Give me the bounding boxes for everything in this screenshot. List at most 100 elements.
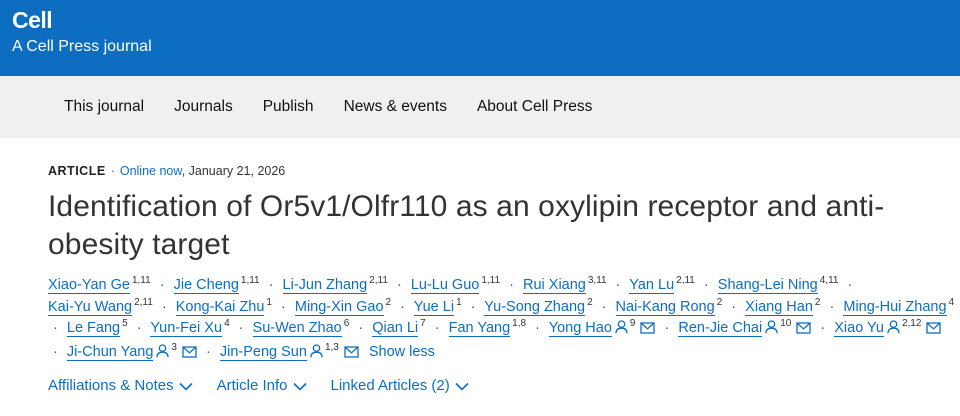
online-status-link[interactable]: Online now xyxy=(120,164,182,178)
author-name-link[interactable]: Yong Hao xyxy=(548,320,612,337)
author-name-link[interactable]: Lu-Lu Guo xyxy=(410,277,480,294)
envelope-icon[interactable] xyxy=(182,344,197,366)
show-less-link[interactable]: Show less xyxy=(369,344,435,360)
tab-article-info[interactable]: Article Info xyxy=(217,376,307,396)
author-name-link[interactable]: Xiao-Yan Ge xyxy=(48,277,130,294)
author-separator: · xyxy=(829,298,835,315)
author-name-link[interactable]: Yun-Fei Xu xyxy=(150,320,223,337)
affiliation-superscript: 2,12 xyxy=(901,318,922,330)
author-item: Xiao Yu 2,12 xyxy=(834,318,942,337)
author-separator: · xyxy=(268,277,274,293)
author-item: Qian Li 7 xyxy=(372,318,426,337)
author-list: Xiao-Yan Ge 1,11 · Jie Cheng 1,11 · Li-Jun… xyxy=(48,275,960,365)
affiliation-superscript: 3,11 xyxy=(587,275,607,287)
article-meta: ARTICLE · Online now, January 21, 2026 xyxy=(48,162,912,180)
author-name-link[interactable]: Rui Xiang xyxy=(522,277,586,294)
article-tabs: Affiliations & Notes Article Info Linked… xyxy=(48,376,912,396)
author-item: Shang-Lei Ning 4,11 xyxy=(717,275,839,294)
affiliation-superscript: 2,11 xyxy=(134,296,153,308)
affiliation-superscript: 2,11 xyxy=(676,275,695,287)
author-separator: · xyxy=(159,277,165,293)
author-separator: · xyxy=(847,277,853,293)
affiliation-superscript: 1,11 xyxy=(240,275,260,287)
affiliation-superscript: 4 xyxy=(224,318,230,330)
affiliation-superscript: 10 xyxy=(780,318,792,330)
nav-news-events[interactable]: News & events xyxy=(344,97,447,117)
affiliation-superscript: 1,11 xyxy=(131,275,151,287)
author-separator: · xyxy=(731,298,737,315)
author-name-link[interactable]: Yan Lu xyxy=(629,277,675,294)
affiliation-superscript: 3 xyxy=(171,341,177,353)
author-separator: · xyxy=(703,277,709,293)
author-name-link[interactable]: Shang-Lei Ning xyxy=(717,277,818,294)
nav-journals[interactable]: Journals xyxy=(174,97,233,117)
author-name-link[interactable]: Ren-Jie Chai xyxy=(678,320,763,337)
author-separator: · xyxy=(820,320,826,336)
author-item: Su-Wen Zhao 6 xyxy=(252,318,350,337)
author-name-link[interactable]: Ming-Xin Gao xyxy=(294,298,384,316)
article-title: Identification of Or5v1/Olfr110 as an ox… xyxy=(48,190,885,261)
affiliation-superscript: 7 xyxy=(420,318,426,330)
author-separator: · xyxy=(509,277,514,293)
tab-linked-articles[interactable]: Linked Articles (2) xyxy=(331,376,469,396)
author-separator: · xyxy=(400,298,405,315)
journal-tagline[interactable]: A Cell Press journal xyxy=(12,36,948,58)
author-name-link[interactable]: Qian Li xyxy=(372,320,419,337)
author-name-link[interactable]: Yue Li xyxy=(413,298,455,316)
tab-label: Article Info xyxy=(216,377,288,394)
envelope-icon[interactable] xyxy=(640,320,656,342)
author-name-link[interactable]: Xiang Han xyxy=(745,298,813,316)
author-name-link[interactable]: Jin-Peng Sun xyxy=(219,343,307,361)
publication-date: , January 21, 2026 xyxy=(181,164,286,178)
cell-logo[interactable]: Cell xyxy=(12,6,948,34)
envelope-icon[interactable] xyxy=(344,344,359,366)
chevron-down-icon xyxy=(455,382,469,391)
author-item: Kai-Yu Wang 2,11 xyxy=(48,296,153,316)
envelope-icon[interactable] xyxy=(926,320,942,342)
author-item: Yu-Song Zhang 2 xyxy=(484,297,593,316)
author-name-link[interactable]: Su-Wen Zhao xyxy=(252,320,342,337)
main-nav: This journal Journals Publish News & eve… xyxy=(0,76,960,138)
author-name-link[interactable]: Ji-Chun Yang xyxy=(66,343,154,361)
affiliation-superscript: 2 xyxy=(814,296,821,308)
author-name-link[interactable]: Xiao Yu xyxy=(834,320,884,337)
affiliation-superscript: 4,11 xyxy=(819,275,839,287)
author-separator: · xyxy=(615,277,621,293)
author-item: Kong-Kai Zhu 1 xyxy=(175,296,272,316)
journal-header: Cell A Cell Press journal xyxy=(0,0,960,76)
author-item: Ming-Xin Gao 2 xyxy=(294,296,392,316)
author-name-link[interactable]: Jie Cheng xyxy=(173,277,239,294)
envelope-icon[interactable] xyxy=(796,320,811,342)
author-name-link[interactable]: Nai-Kang Rong xyxy=(615,298,715,316)
nav-about-cell-press[interactable]: About Cell Press xyxy=(477,97,592,117)
author-item: Jin-Peng Sun 1,3 xyxy=(219,342,359,361)
author-separator: · xyxy=(53,320,58,336)
author-name-link[interactable]: Le Fang xyxy=(66,320,121,337)
tab-affiliations-notes[interactable]: Affiliations & Notes xyxy=(48,376,193,396)
author-separator: · xyxy=(161,298,167,315)
author-name-link[interactable]: Yu-Song Zhang xyxy=(484,298,586,316)
chevron-down-icon xyxy=(179,382,193,391)
affiliation-superscript: 1 xyxy=(456,296,462,308)
author-name-link[interactable]: Fan Yang xyxy=(448,320,511,337)
author-name-link[interactable]: Kai-Yu Wang xyxy=(48,298,133,316)
author-item: Rui Xiang 3,11 xyxy=(522,275,607,294)
nav-publish[interactable]: Publish xyxy=(263,97,314,117)
author-separator: · xyxy=(535,320,540,336)
affiliation-superscript: 5 xyxy=(122,318,128,330)
author-item: Fan Yang 1,8 xyxy=(448,319,526,337)
author-name-link[interactable]: Li-Jun Zhang xyxy=(282,277,368,294)
author-separator: · xyxy=(206,343,211,360)
person-icon xyxy=(156,343,170,366)
author-name-link[interactable]: Ming-Hui Zhang xyxy=(843,298,947,316)
affiliation-superscript: 6 xyxy=(343,318,350,330)
affiliation-superscript: 2 xyxy=(385,296,392,308)
affiliation-superscript: 1 xyxy=(266,296,272,308)
nav-this-journal[interactable]: This journal xyxy=(64,97,144,117)
author-separator: · xyxy=(358,320,364,336)
affiliation-superscript: 9 xyxy=(629,318,636,330)
article-header: ARTICLE · Online now, January 21, 2026 Ide… xyxy=(0,138,960,396)
person-icon xyxy=(615,320,628,342)
author-name-link[interactable]: Kong-Kai Zhu xyxy=(175,298,265,316)
author-item: Ming-Hui Zhang 4 xyxy=(843,297,954,316)
